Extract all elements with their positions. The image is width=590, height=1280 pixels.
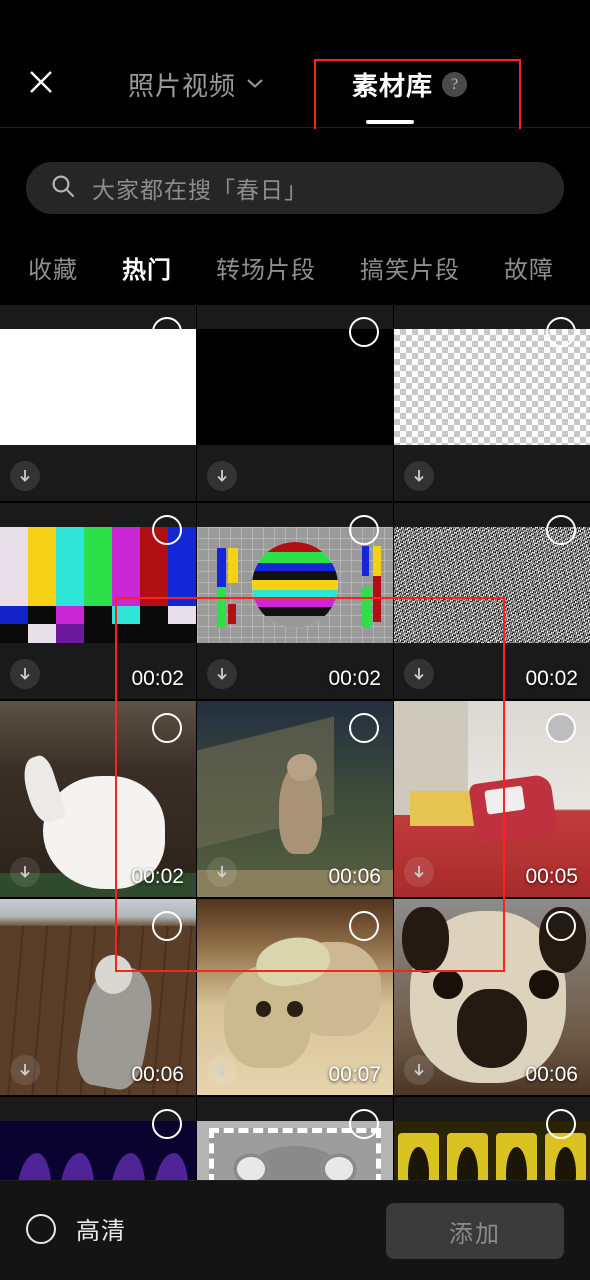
search-placeholder: 大家都在搜「春日」 — [92, 177, 308, 203]
grid-item[interactable]: 00:07 — [197, 899, 393, 1095]
grid-item[interactable]: 00:05 — [394, 701, 590, 897]
select-circle-icon[interactable] — [546, 515, 576, 545]
hd-option[interactable]: 高清 — [26, 1211, 126, 1246]
tab-photo-video-label: 照片视频 — [128, 71, 237, 101]
duration-label: 00:02 — [131, 865, 184, 888]
select-circle-icon[interactable] — [546, 713, 576, 743]
select-circle-icon[interactable] — [349, 713, 379, 743]
close-button[interactable] — [22, 63, 60, 101]
tab-material-library-label: 素材库 — [352, 71, 434, 101]
duration-label: 00:06 — [131, 1063, 184, 1086]
download-icon[interactable] — [207, 857, 237, 887]
select-circle-icon[interactable] — [152, 713, 182, 743]
category-tab-1[interactable]: 热门 — [122, 250, 172, 285]
tab-material-library[interactable]: 素材库 ? — [352, 66, 468, 103]
grid-item[interactable]: PLEASE — [197, 1097, 393, 1180]
select-circle-icon[interactable] — [546, 911, 576, 941]
grid-item[interactable]: 00:02 — [0, 503, 196, 699]
hd-option-label: 高清 — [76, 1218, 126, 1245]
grid-item[interactable] — [394, 1097, 590, 1180]
duration-label: 00:06 — [328, 865, 381, 888]
category-tab-3[interactable]: 搞笑片段 — [360, 250, 460, 285]
help-icon[interactable]: ? — [442, 72, 468, 97]
grid-item[interactable] — [394, 305, 590, 501]
grid-item[interactable] — [0, 1097, 196, 1180]
category-tab-2[interactable]: 转场片段 — [216, 250, 316, 285]
grid-item[interactable]: 00:02 — [197, 503, 393, 699]
download-icon[interactable] — [207, 659, 237, 689]
download-icon[interactable] — [404, 1055, 434, 1085]
duration-label: 00:07 — [328, 1063, 381, 1086]
grid-item[interactable]: 00:02 — [0, 701, 196, 897]
duration-label: 00:02 — [525, 667, 578, 690]
select-circle-icon[interactable] — [152, 515, 182, 545]
download-icon[interactable] — [404, 659, 434, 689]
search-section: 大家都在搜「春日」 — [0, 129, 590, 229]
download-icon[interactable] — [10, 1055, 40, 1085]
select-circle-icon[interactable] — [349, 317, 379, 347]
download-icon[interactable] — [10, 857, 40, 887]
category-tab-bar[interactable]: 收藏 热门 转场片段 搞笑片段 故障 — [0, 229, 590, 305]
grid-item[interactable]: 00:06 — [197, 701, 393, 897]
active-tab-indicator — [366, 120, 414, 124]
category-tab-4[interactable]: 故障 — [504, 250, 554, 285]
search-input[interactable]: 大家都在搜「春日」 — [26, 162, 564, 214]
download-icon[interactable] — [10, 659, 40, 689]
tab-photo-video[interactable]: 照片视频 — [128, 66, 264, 103]
category-tab-0[interactable]: 收藏 — [28, 250, 78, 285]
select-circle-icon[interactable] — [349, 911, 379, 941]
duration-label: 00:02 — [328, 667, 381, 690]
select-circle-icon[interactable] — [349, 515, 379, 545]
close-icon — [26, 67, 56, 97]
download-icon[interactable] — [207, 461, 237, 491]
material-grid[interactable]: 00:02 00:02 00:02 00:02 00:06 00:05 00:06 00:07… — [0, 305, 590, 1180]
grid-item[interactable]: 00:06 — [394, 899, 590, 1095]
chevron-down-icon — [246, 76, 264, 94]
search-icon — [50, 173, 76, 204]
select-circle-icon[interactable] — [152, 317, 182, 347]
header-bar: 照片视频 素材库 ? — [0, 0, 590, 158]
download-icon[interactable] — [404, 461, 434, 491]
select-circle-icon[interactable] — [349, 1109, 379, 1139]
duration-label: 00:02 — [131, 667, 184, 690]
select-circle-icon[interactable] — [152, 911, 182, 941]
grid-item[interactable] — [0, 305, 196, 501]
add-button[interactable]: 添加 — [386, 1203, 564, 1259]
duration-label: 00:05 — [525, 865, 578, 888]
grid-item[interactable]: 00:06 — [0, 899, 196, 1095]
download-icon[interactable] — [10, 461, 40, 491]
bottom-action-bar: 高清 添加 — [0, 1180, 590, 1280]
select-circle-icon[interactable] — [546, 317, 576, 347]
app-root: 照片视频 素材库 ? 大家都在搜「春日」 收藏 热门 转场片段 搞笑片段 故障 … — [0, 0, 590, 1280]
select-circle-icon[interactable] — [546, 1109, 576, 1139]
grid-item[interactable]: 00:02 — [394, 503, 590, 699]
download-icon[interactable] — [404, 857, 434, 887]
select-circle-icon[interactable] — [152, 1109, 182, 1139]
hd-radio-icon[interactable] — [26, 1213, 56, 1244]
download-icon[interactable] — [207, 1055, 237, 1085]
duration-label: 00:06 — [525, 1063, 578, 1086]
grid-item[interactable] — [197, 305, 393, 501]
